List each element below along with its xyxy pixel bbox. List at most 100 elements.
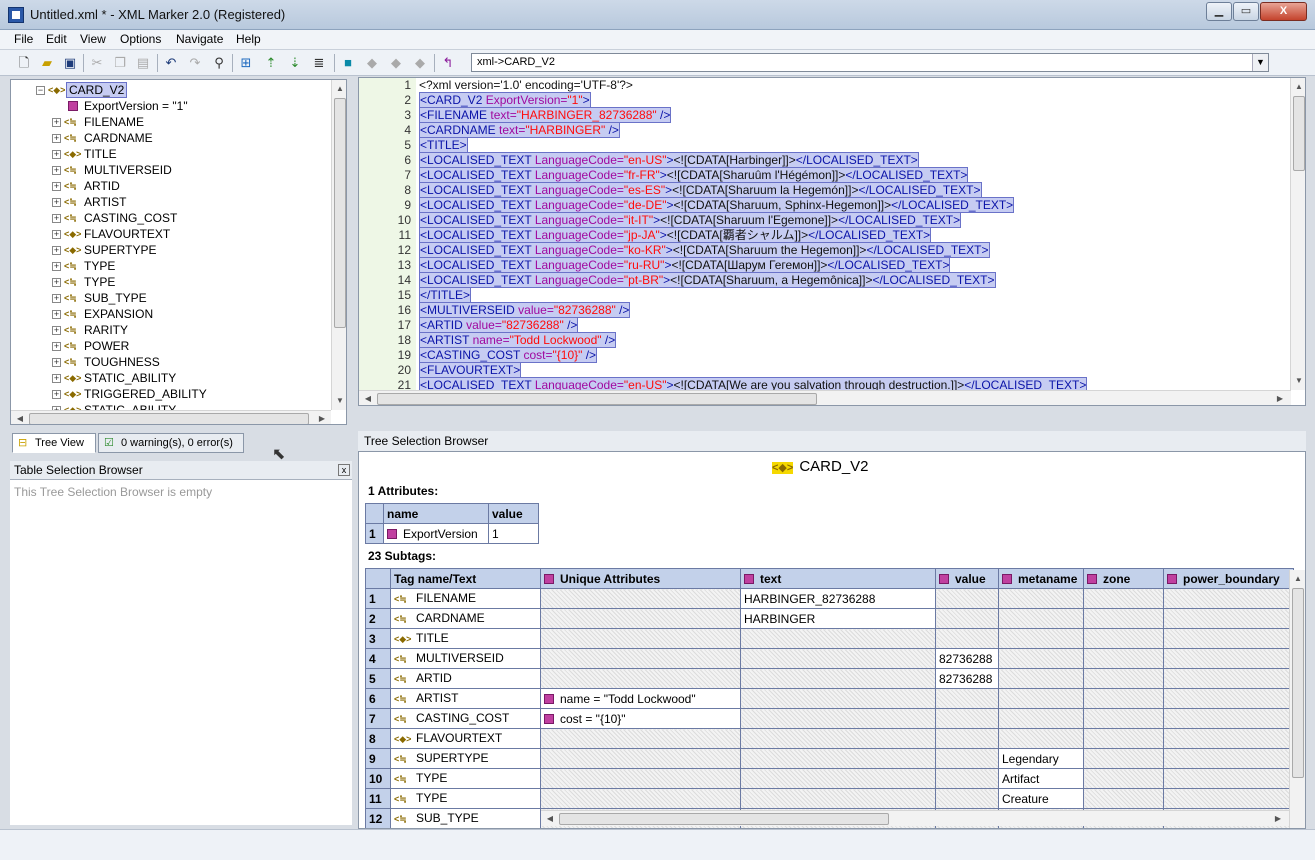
table-row[interactable]: 2 <≒ CARDNAME HARBINGER (365, 608, 1294, 629)
table-row[interactable]: 1 ExportVersion 1 (365, 523, 539, 544)
expand-icon[interactable]: + (52, 246, 61, 255)
indent-icon[interactable]: ≣ (310, 54, 328, 72)
save-icon[interactable]: ▣ (61, 54, 79, 72)
browser-vscrollbar[interactable]: ▲ (1289, 570, 1305, 828)
column-header[interactable]: zone (1083, 568, 1164, 589)
cut-icon[interactable]: ✂ (88, 54, 106, 72)
tree-item[interactable]: + <≒ ARTID (11, 178, 331, 194)
expand-icon[interactable]: + (52, 326, 61, 335)
tree-item[interactable]: + <≒ MULTIVERSEID (11, 162, 331, 178)
minimize-button[interactable]: ▁ (1206, 2, 1232, 21)
table-row[interactable]: 6 <≒ ARTIST name = "Todd Lockwood" (365, 688, 1294, 709)
expand-icon[interactable]: + (52, 230, 61, 239)
editor-vscrollbar[interactable]: ▲ ▼ (1290, 78, 1305, 390)
move-up-icon[interactable]: ⇡ (262, 54, 280, 72)
column-header[interactable]: value (935, 568, 999, 589)
tree-item[interactable]: + <◆> FLAVOURTEXT (11, 226, 331, 242)
open-folder-icon[interactable]: ▰ (38, 54, 56, 72)
table-row[interactable]: 4 <≒ MULTIVERSEID 82736288 (365, 648, 1294, 669)
code-line[interactable]: <LOCALISED_TEXT LanguageCode="de-DE"><![… (419, 197, 1015, 213)
tree-item[interactable]: + <≒ TOUGHNESS (11, 354, 331, 370)
menu-view[interactable]: View (78, 32, 108, 46)
nav-next-icon[interactable]: ◆ (411, 54, 429, 72)
expand-icon[interactable]: + (52, 198, 61, 207)
column-header[interactable]: text (740, 568, 936, 589)
expand-icon[interactable]: + (52, 390, 61, 399)
expand-icon[interactable]: + (52, 166, 61, 175)
xml-editor[interactable]: 12345678910111213141516171819202122 <?xm… (358, 77, 1306, 406)
undo-icon[interactable]: ↶ (162, 54, 180, 72)
tree-structure-icon[interactable]: ⊞ (237, 54, 255, 72)
tab-warnings[interactable]: ☑ 0 warning(s), 0 error(s) (98, 433, 244, 453)
tree-hscrollbar[interactable]: ◀ ▶ (11, 410, 331, 424)
tree-item[interactable]: + <≒ CARDNAME (11, 130, 331, 146)
code-line[interactable]: </TITLE> (419, 287, 472, 303)
menu-edit[interactable]: Edit (44, 32, 69, 46)
tree-vscrollbar[interactable]: ▲ ▼ (331, 80, 346, 410)
tree-item[interactable]: + <≒ TYPE (11, 274, 331, 290)
code-line[interactable]: <FLAVOURTEXT> (419, 362, 522, 378)
tree-item[interactable]: + <≒ POWER (11, 338, 331, 354)
paste-icon[interactable]: ▤ (134, 54, 152, 72)
tree-attribute[interactable]: ExportVersion = "1" (11, 98, 331, 114)
path-combo[interactable]: xml->CARD_V2 ▼ (471, 53, 1269, 72)
code-line[interactable]: <ARTIST name="Todd Lockwood" /> (419, 332, 617, 348)
tree-item[interactable]: + <◆> TRIGGERED_ABILITY (11, 386, 331, 402)
code-line[interactable]: <ARTID value="82736288" /> (419, 317, 579, 333)
column-header-value[interactable]: value (488, 503, 539, 524)
column-header-name[interactable]: name (383, 503, 489, 524)
table-row[interactable]: 5 <≒ ARTID 82736288 (365, 668, 1294, 689)
expand-icon[interactable]: + (52, 374, 61, 383)
square-icon[interactable]: ■ (339, 54, 357, 72)
tree-item[interactable]: + <≒ CASTING_COST (11, 210, 331, 226)
maximize-button[interactable]: ▭ (1233, 2, 1259, 21)
expand-icon[interactable]: + (52, 278, 61, 287)
browser-hscrollbar[interactable]: ◀ ▶ (541, 810, 1289, 826)
code-line[interactable]: <LOCALISED_TEXT LanguageCode="ru-RU"><![… (419, 257, 951, 273)
tree-item[interactable]: + <≒ RARITY (11, 322, 331, 338)
code-line[interactable]: <LOCALISED_TEXT LanguageCode="es-ES"><![… (419, 182, 982, 198)
tree-item[interactable]: + <◆> SUPERTYPE (11, 242, 331, 258)
tree-item[interactable]: + <≒ FILENAME (11, 114, 331, 130)
chevron-down-icon[interactable]: ▼ (1252, 54, 1268, 71)
nav-back-icon[interactable]: ◆ (363, 54, 381, 72)
menu-navigate[interactable]: Navigate (174, 32, 225, 46)
expand-icon[interactable]: + (52, 358, 61, 367)
code-line[interactable]: <TITLE> (419, 137, 468, 153)
tree-root[interactable]: − <◆> CARD_V2 (11, 82, 331, 98)
expand-icon[interactable]: + (52, 214, 61, 223)
code-line[interactable]: <CARD_V2 ExportVersion="1"> (419, 92, 591, 108)
expand-icon[interactable]: + (52, 262, 61, 271)
code-line[interactable]: <CARDNAME text="HARBINGER" /> (419, 122, 620, 138)
menu-file[interactable]: File (12, 32, 35, 46)
code-line[interactable]: <LOCALISED_TEXT LanguageCode="pt-BR"><![… (419, 272, 996, 288)
table-row[interactable]: 8 <◆> FLAVOURTEXT (365, 728, 1294, 749)
tree-item[interactable]: + <≒ ARTIST (11, 194, 331, 210)
new-file-icon[interactable]: 🗋 (15, 54, 33, 72)
copy-icon[interactable]: ❐ (111, 54, 129, 72)
code-line[interactable]: <CASTING_COST cost="{10}" /> (419, 347, 598, 363)
expand-icon[interactable]: + (52, 150, 61, 159)
editor-hscrollbar[interactable]: ◀ ▶ (359, 390, 1291, 405)
tree-item[interactable]: + <◆> TITLE (11, 146, 331, 162)
expand-icon[interactable]: + (52, 310, 61, 319)
move-down-icon[interactable]: ⇣ (286, 54, 304, 72)
column-header[interactable]: power_boundary (1163, 568, 1294, 589)
table-row[interactable]: 3 <◆> TITLE (365, 628, 1294, 649)
code-line[interactable]: <LOCALISED_TEXT LanguageCode="jp-JA"><![… (419, 227, 932, 243)
code-line[interactable]: <?xml version='1.0' encoding='UTF-8'?> (419, 78, 633, 93)
expand-icon[interactable]: + (52, 134, 61, 143)
tree-item[interactable]: + <≒ TYPE (11, 258, 331, 274)
menu-options[interactable]: Options (118, 32, 163, 46)
expand-icon[interactable]: + (52, 118, 61, 127)
code-line[interactable]: <LOCALISED_TEXT LanguageCode="fr-FR"><![… (419, 167, 969, 183)
tree-item[interactable]: + <≒ EXPANSION (11, 306, 331, 322)
expand-icon[interactable]: + (52, 182, 61, 191)
menu-help[interactable]: Help (234, 32, 263, 46)
find-icon[interactable]: ⚲ (210, 54, 228, 72)
code-line[interactable]: <LOCALISED_TEXT LanguageCode="it-IT"><![… (419, 212, 962, 228)
table-row[interactable]: 1 <≒ FILENAME HARBINGER_82736288 (365, 588, 1294, 609)
tree-item[interactable]: + <≒ SUB_TYPE (11, 290, 331, 306)
collapse-icon[interactable]: − (36, 86, 45, 95)
redo-icon[interactable]: ↷ (186, 54, 204, 72)
